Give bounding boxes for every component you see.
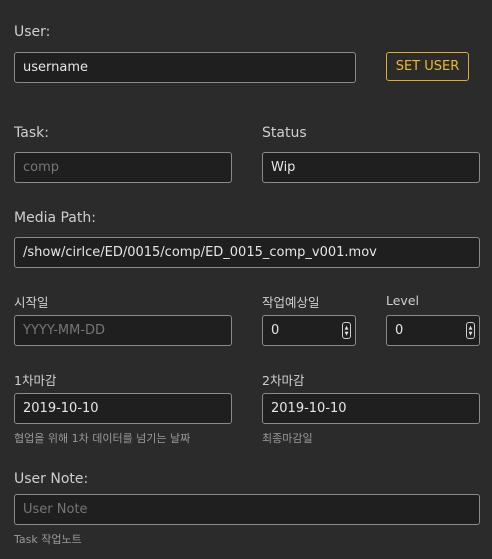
deadline1-hint: 협업을 위해 1차 데이터를 넘기는 날짜 xyxy=(14,432,191,445)
media-path-label: Media Path: xyxy=(14,210,96,226)
work-estimate-value: 0 xyxy=(271,323,280,338)
deadline1-label: 1차마감 xyxy=(14,373,57,388)
task-label: Task: xyxy=(14,125,49,141)
level-value: 0 xyxy=(395,323,404,338)
task-input[interactable] xyxy=(14,152,232,183)
deadline1-input[interactable] xyxy=(14,393,232,424)
deadline2-input[interactable] xyxy=(262,393,480,424)
set-user-button[interactable]: SET USER xyxy=(386,52,469,81)
media-path-input[interactable] xyxy=(14,237,480,268)
user-note-label: User Note: xyxy=(14,471,89,487)
user-note-input[interactable] xyxy=(14,494,480,525)
spinner-down-icon[interactable]: ▼ xyxy=(345,331,349,337)
spinner-down-icon[interactable]: ▼ xyxy=(469,331,473,337)
deadline2-label: 2차마감 xyxy=(262,373,305,388)
level-label: Level xyxy=(386,293,419,308)
work-estimate-label: 작업예상일 xyxy=(262,295,320,310)
work-estimate-stepper[interactable]: 0 ▲ ▼ xyxy=(262,315,356,346)
status-label: Status xyxy=(262,125,307,141)
start-date-input[interactable] xyxy=(14,315,232,346)
status-input[interactable] xyxy=(262,152,480,183)
spinner-control[interactable]: ▲ ▼ xyxy=(342,322,351,339)
deadline2-hint: 최종마감일 xyxy=(262,432,313,445)
level-stepper[interactable]: 0 ▲ ▼ xyxy=(386,315,480,346)
user-note-hint: Task 작업노트 xyxy=(14,533,82,546)
spinner-control[interactable]: ▲ ▼ xyxy=(466,322,475,339)
user-input[interactable] xyxy=(14,52,356,83)
user-label: User: xyxy=(14,24,51,40)
start-date-label: 시작일 xyxy=(14,295,49,310)
